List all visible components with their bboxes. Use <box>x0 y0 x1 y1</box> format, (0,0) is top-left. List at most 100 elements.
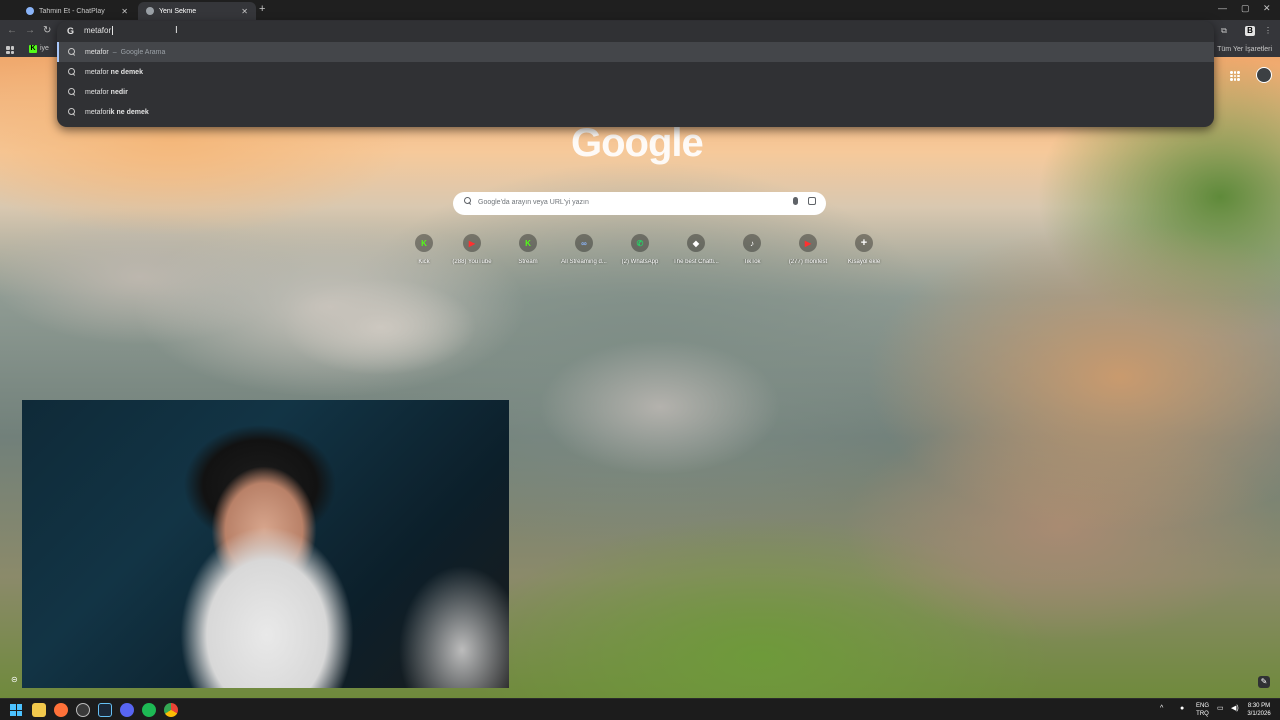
chevron-up-icon[interactable]: ^ <box>1160 705 1163 713</box>
steam-icon[interactable] <box>98 703 112 717</box>
shortcut-youtube[interactable]: ▶ (288) YouTube <box>446 233 498 265</box>
new-tab-button[interactable]: + <box>259 3 265 15</box>
new-tab-favicon-icon <box>146 7 154 15</box>
close-window-button[interactable]: ✕ <box>1263 3 1271 14</box>
language-indicator[interactable]: ENG TRQ <box>1196 702 1209 718</box>
webcam-overlay <box>22 400 509 688</box>
address-input[interactable]: metafor <box>84 26 114 36</box>
shortcut-monifest[interactable]: ▶ (277) monifest <box>782 233 834 265</box>
suggestion-text: metafor <box>85 48 109 56</box>
firefox-icon[interactable] <box>54 703 68 717</box>
shortcut-label: (2) WhatsApp <box>621 259 659 265</box>
reload-icon[interactable]: ↻ <box>43 25 51 36</box>
shortcut-chatting[interactable]: ◆ The best Chatti... <box>670 233 722 265</box>
windows-start-icon[interactable] <box>10 704 22 716</box>
suggestion-completion: nedir <box>108 88 128 96</box>
clock-time: 8:30 PM <box>1247 703 1271 709</box>
shortcut-tiktok[interactable]: ♪ TikTok <box>726 233 778 265</box>
address-bar[interactable]: G metafor <box>57 21 1214 42</box>
tab-strip: Tahmin Et - ChatPlay ✕ Yeni Sekme ✕ + — … <box>0 0 1280 20</box>
shortcut-all-streaming[interactable]: ∞ All Streaming d... <box>558 233 610 265</box>
file-explorer-icon[interactable] <box>32 703 46 717</box>
lang-bottom: TRQ <box>1196 711 1209 717</box>
search-icon <box>68 68 76 76</box>
kick-icon: K <box>29 45 37 53</box>
volume-icon[interactable]: ◀) <box>1231 705 1239 713</box>
app-icon[interactable] <box>76 703 90 717</box>
suggestion-completion: ne demek <box>108 68 143 76</box>
ntp-search-box[interactable]: Google'da arayın veya URL'yi yazın <box>453 192 826 215</box>
suggestion-item[interactable]: metafor nedir <box>57 82 1214 102</box>
discord-icon[interactable] <box>120 703 134 717</box>
shortcut-add[interactable]: + Kısayol ekle <box>838 233 890 265</box>
microphone-icon[interactable] <box>793 197 798 205</box>
spotify-icon[interactable] <box>142 703 156 717</box>
new-tab-page: Google Google'da arayın veya URL'yi yazı… <box>0 57 1280 698</box>
chatplay-favicon-icon <box>26 7 34 15</box>
suggestion-prefix: metafor <box>85 108 109 116</box>
google-g-icon: G <box>67 26 75 36</box>
shortcut-stream[interactable]: K Stream <box>502 233 554 265</box>
bookmark-label: iye <box>40 45 49 52</box>
shortcut-label: All Streaming d... <box>561 259 607 265</box>
windows-taskbar: ^ ● ENG TRQ ▭ ◀) 8:30 PM 3/1/2026 <box>0 698 1280 720</box>
shortcut-label: The best Chatti... <box>673 259 719 265</box>
all-bookmarks-button[interactable]: Tüm Yer İşaretleri <box>1206 46 1272 53</box>
suggestions-list: metafor – Google Arama metafor ne demek … <box>57 42 1214 122</box>
google-lens-icon[interactable] <box>808 197 816 205</box>
shortcut-kick[interactable]: K Kick <box>398 233 450 265</box>
text-cursor-icon: I <box>175 25 178 36</box>
whatsapp-icon: ✆ <box>631 234 649 252</box>
shortcut-label: Kısayol ekle <box>847 259 881 265</box>
tab-new-tab[interactable]: Yeni Sekme ✕ <box>138 2 256 20</box>
customize-pencil-icon[interactable]: ✎ <box>1258 676 1270 688</box>
all-bookmarks-label: Tüm Yer İşaretleri <box>1217 46 1272 53</box>
suggestion-prefix: metafor <box>85 88 109 96</box>
youtube-icon: ▶ <box>463 234 481 252</box>
bookmark-kick[interactable]: Kiye <box>29 45 49 53</box>
suggestion-item[interactable]: metafor ik ne demek <box>57 102 1214 122</box>
back-arrow-icon[interactable]: ← <box>7 25 17 36</box>
shortcut-label: (288) YouTube <box>452 259 492 265</box>
shortcut-label: (277) monifest <box>788 259 828 265</box>
maximize-button[interactable]: ▢ <box>1241 3 1250 14</box>
suggestion-item[interactable]: metafor – Google Arama <box>57 42 1214 62</box>
minimize-button[interactable]: — <box>1218 3 1227 13</box>
shortcut-label: Stream <box>518 259 538 265</box>
tab-title: Yeni Sekme <box>159 7 197 15</box>
google-apps-icon[interactable] <box>1230 71 1240 81</box>
suggestion-item[interactable]: metafor ne demek <box>57 62 1214 82</box>
close-tab-icon[interactable]: ✕ <box>241 7 248 16</box>
suggestion-completion: ik ne demek <box>108 108 149 116</box>
clock[interactable]: 8:30 PM 3/1/2026 <box>1244 702 1274 718</box>
google-logo: Google <box>571 121 704 165</box>
profile-extension-icon[interactable]: B <box>1245 26 1255 36</box>
kick-icon: K <box>415 234 433 252</box>
shortcuts-row: K Kick ▶ (288) YouTube K Stream ∞ All St… <box>398 233 888 273</box>
close-tab-icon[interactable]: ✕ <box>121 7 128 16</box>
tab-chatplay[interactable]: Tahmin Et - ChatPlay ✕ <box>18 2 136 20</box>
microphone-icon[interactable]: ● <box>1180 705 1184 713</box>
tab-title: Tahmin Et - ChatPlay <box>39 7 105 15</box>
shortcut-whatsapp[interactable]: ✆ (2) WhatsApp <box>614 233 666 265</box>
forward-arrow-icon[interactable]: → <box>25 25 35 36</box>
streaming-icon: ∞ <box>575 234 593 252</box>
chat-icon: ◆ <box>687 234 705 252</box>
search-icon <box>68 88 76 96</box>
shortcut-label: Kick <box>418 259 430 265</box>
apps-grid-icon[interactable] <box>6 46 14 54</box>
chrome-icon[interactable] <box>164 703 178 717</box>
menu-kebab-icon[interactable]: ⋮ <box>1263 26 1273 36</box>
extensions-icon[interactable]: ⧉ <box>1219 26 1229 36</box>
text-caret <box>112 26 114 36</box>
account-avatar[interactable] <box>1256 67 1272 83</box>
kick-icon: K <box>519 234 537 252</box>
link-icon: ⊝ <box>11 675 18 684</box>
lang-top: ENG <box>1196 703 1210 709</box>
network-icon[interactable]: ▭ <box>1217 705 1224 713</box>
omnibox-dropdown: G metafor metafor – Google Arama metafor… <box>57 21 1214 127</box>
search-icon <box>464 197 472 205</box>
suggestion-separator: – <box>112 48 117 56</box>
search-placeholder: Google'da arayın veya URL'yi yazın <box>478 199 589 206</box>
search-icon <box>68 48 76 56</box>
